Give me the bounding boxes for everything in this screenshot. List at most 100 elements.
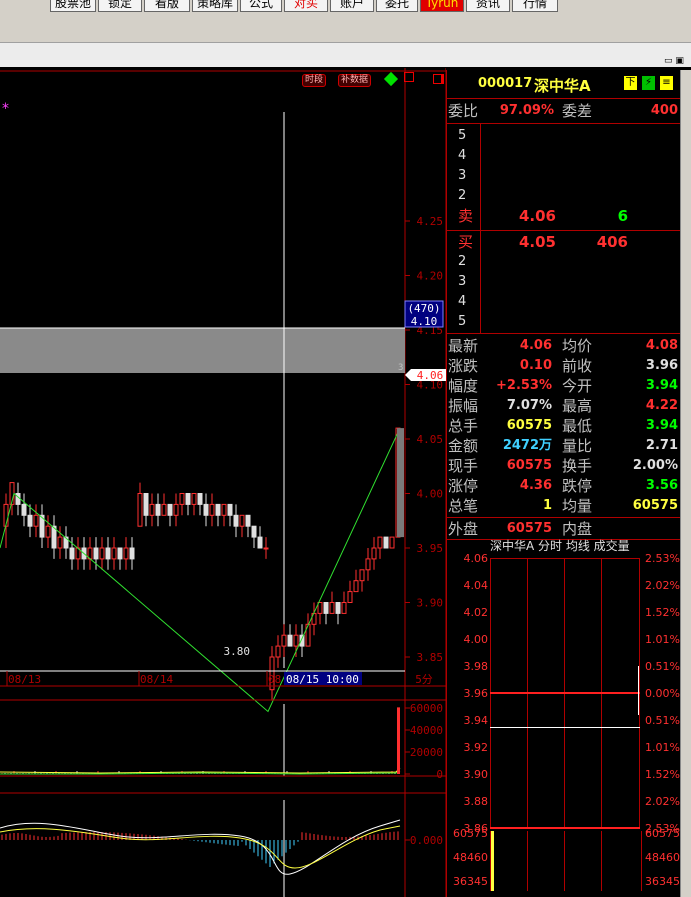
candle-body: [27, 514, 33, 527]
orderbook-bottom-separator: [446, 333, 680, 334]
toolbar-button-7[interactable]: 委托: [376, 0, 418, 12]
candle-body: [161, 503, 167, 516]
candle-body: [33, 514, 39, 527]
toolbar-button-9[interactable]: 资讯: [466, 0, 510, 12]
header-icon-0[interactable]: 下: [624, 76, 637, 90]
date-label: 08/14: [140, 673, 173, 686]
price-tick-label: 3.85: [417, 651, 444, 664]
toolbar-button-5[interactable]: 对买: [284, 0, 328, 12]
toolbar-button-10[interactable]: 行情: [512, 0, 558, 12]
selected-range-band: [0, 328, 405, 373]
last-price-label: 4.06: [417, 369, 444, 382]
scrollbar[interactable]: [680, 70, 691, 897]
restore-icon[interactable]: [404, 72, 414, 82]
mini-price-label: 3.94: [463, 714, 489, 727]
toolbar-button-1[interactable]: 锁定: [98, 0, 142, 12]
price-tick-label: 3.90: [417, 597, 444, 610]
candle-body: [93, 547, 99, 560]
stat-label: 最高: [562, 397, 593, 415]
volume-ma-yellow: [0, 767, 401, 774]
mini-vol-label-left: 48460: [453, 851, 488, 864]
mini-price-label: 3.96: [463, 687, 489, 700]
candle-body: [335, 602, 341, 614]
zigzag-line: [0, 427, 401, 713]
stat-value: 2.71: [645, 438, 678, 453]
candle-body: [69, 547, 75, 560]
candle-body: [21, 503, 27, 516]
window-strip: [0, 43, 691, 67]
stat-label: 总笔: [448, 497, 479, 515]
inner-disk-label: 内盘: [562, 520, 593, 538]
mini-vol-label-right: 48460: [645, 851, 680, 864]
buy-level-3: 3: [458, 274, 467, 289]
candle-body: [245, 514, 251, 527]
candle-body: [137, 493, 143, 527]
window-controls[interactable]: ▭ ▣: [664, 56, 691, 66]
stat-label: 今开: [562, 377, 593, 395]
ask-price: 4.06: [518, 207, 556, 225]
panel-toggle-icon[interactable]: [433, 74, 444, 84]
outer-disk-label: 外盘: [448, 520, 479, 538]
candle-body: [377, 536, 383, 549]
stat-value: 7.07%: [506, 398, 552, 413]
mini-vol-bar: [491, 831, 494, 891]
candle-body: [209, 503, 215, 516]
sell-level-5: 5: [458, 128, 467, 143]
toolbar-button-6[interactable]: 账户: [330, 0, 374, 12]
stat-label: 换手: [562, 457, 593, 475]
toolbar-button-4[interactable]: 公式: [240, 0, 282, 12]
candle-body: [105, 547, 111, 560]
kline-chart[interactable]: 4.254.204.154.104.054.003.953.903.85(470…: [0, 68, 446, 897]
candle-body: [281, 634, 287, 647]
supplement-data-button[interactable]: 补数据: [338, 74, 372, 87]
toolbar-button-2[interactable]: 看版: [144, 0, 190, 12]
mini-price-label: 3.92: [463, 741, 489, 754]
mini-price-label: 4.04: [463, 579, 489, 592]
candle-body: [45, 525, 51, 538]
stats-separator: [446, 517, 680, 518]
candle-body: [129, 547, 135, 560]
stat-value: 0.10: [519, 358, 552, 373]
stock-code: 000017: [478, 76, 533, 91]
mini-vol-frame: [490, 831, 642, 891]
stat-value: 3.94: [645, 378, 678, 393]
candle-body: [167, 503, 173, 516]
latest-volume-bar: [397, 707, 400, 774]
candle-body: [185, 493, 191, 505]
volume-tick-label: 60000: [410, 702, 443, 715]
candle-body: [149, 503, 155, 516]
candle-body: [99, 547, 105, 560]
mini-price-label: 4.02: [463, 606, 489, 619]
header-icon-2[interactable]: ≡: [660, 76, 673, 90]
stat-value: 3.96: [645, 358, 678, 373]
panel-left-border: [446, 70, 447, 897]
candle-body: [179, 493, 185, 505]
toolbar-button-8[interactable]: Tyrun: [420, 0, 464, 12]
stat-label: 总手: [448, 417, 479, 435]
mini-vol-label-right: 36345: [645, 875, 680, 888]
candle-body: [221, 503, 227, 516]
stat-value: 3.56: [645, 478, 678, 493]
macd-dea-line: [0, 825, 401, 869]
candle-body: [383, 536, 389, 549]
period-label: 5分: [415, 673, 433, 686]
toolbar-button-0[interactable]: 股票池: [50, 0, 96, 12]
mini-price-label: 4.06: [463, 552, 489, 565]
stat-value: 4.36: [519, 478, 552, 493]
weibi-value: 97.09%: [499, 103, 554, 118]
quote-panel: 000017 深中华A 下 ⚡ ≡ 委比 97.09% 委差 400 5 4 3 2 卖 4.06 6 买 4.0…: [446, 70, 680, 897]
candle-body: [203, 503, 209, 516]
stat-value: 1: [542, 498, 552, 513]
candle-body: [293, 634, 299, 647]
candle-body: [215, 503, 221, 516]
candle-body: [263, 547, 269, 550]
header-icon-1[interactable]: ⚡: [642, 76, 655, 90]
mini-vol-grid-vline: [601, 831, 602, 891]
period-button[interactable]: 时段: [302, 74, 327, 87]
candle-body: [347, 591, 353, 603]
mini-price-label: 3.88: [463, 795, 489, 808]
mini-pct-label: 1.52%: [645, 606, 680, 619]
corner-marker: 3: [398, 363, 403, 373]
toolbar-button-3[interactable]: 策略库: [192, 0, 238, 12]
stock-name: 深中华A: [534, 77, 591, 95]
